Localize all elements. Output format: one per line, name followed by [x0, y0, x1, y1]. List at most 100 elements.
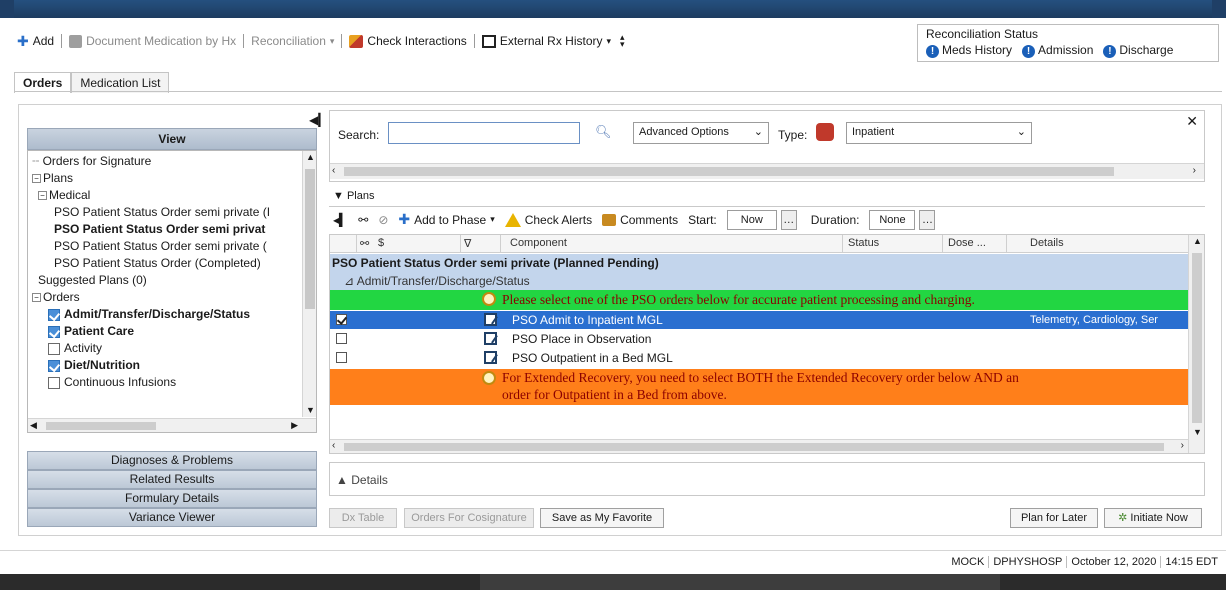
admission-status[interactable]: ! Admission	[1022, 43, 1093, 58]
start-label: Start:	[688, 212, 717, 227]
info-icon: !	[926, 45, 939, 58]
collapse-icon[interactable]: −	[38, 191, 47, 201]
checkbox-unchecked[interactable]	[48, 376, 60, 389]
expand-arrow-icon: ▲	[336, 473, 348, 487]
column-header-cost[interactable]: $	[378, 237, 384, 249]
tree-item-diet-nutrition[interactable]: Diet/Nutrition	[48, 357, 140, 373]
reconciliation-status-title: Reconciliation Status	[926, 27, 1039, 41]
tree-item-continuous-infusions[interactable]: Continuous Infusions	[48, 374, 176, 390]
details-section[interactable]: ▲ Details	[329, 462, 1205, 496]
initiate-now-button[interactable]: ✲ Initiate Now	[1104, 508, 1202, 528]
row-checkbox[interactable]	[336, 352, 347, 363]
link-column-icon[interactable]: ⚯	[360, 237, 369, 250]
save-as-favorite-button[interactable]: Save as My Favorite	[540, 508, 664, 528]
tab-medication-list[interactable]: Medication List	[71, 72, 170, 93]
close-icon[interactable]: ✕	[1186, 113, 1198, 130]
tree-item-plan-2[interactable]: PSO Patient Status Order semi privat	[54, 221, 265, 237]
tree-item-plan-completed[interactable]: PSO Patient Status Order (Completed)	[54, 255, 261, 271]
order-row-outpatient-bed[interactable]: PSO Outpatient in a Bed MGL	[330, 349, 1188, 367]
search-horizontal-scrollbar[interactable]: ‹ ›	[330, 163, 1204, 179]
tree-item-activity[interactable]: Activity	[48, 340, 102, 356]
search-input[interactable]	[388, 122, 580, 144]
reconciliation-menu[interactable]: Reconciliation ▾	[248, 34, 337, 48]
grid-header: ⚯ $ ∇ Component Status Dose ... Details	[330, 235, 1188, 253]
checkbox-checked[interactable]	[48, 359, 60, 372]
collapse-icon[interactable]: −	[32, 174, 41, 184]
tab-bar: Orders Medication List	[14, 72, 170, 93]
document-medication-button[interactable]: Document Medication by Hx	[66, 34, 239, 48]
note-icon	[482, 292, 496, 306]
tab-orders[interactable]: Orders	[14, 72, 72, 93]
tree-horizontal-scrollbar[interactable]: ◀ ▶	[28, 418, 316, 432]
comments-button[interactable]: Comments	[602, 213, 678, 227]
check-alerts-button[interactable]: Check Alerts	[504, 212, 592, 227]
column-header-component[interactable]: Component	[510, 237, 567, 249]
taskbar	[0, 574, 1226, 590]
diagnoses-problems-section[interactable]: Diagnoses & Problems	[27, 451, 317, 470]
tree-item-suggested-plans[interactable]: Suggested Plans (0)	[38, 272, 147, 288]
external-history-icon	[481, 34, 496, 48]
order-row-admit-inpatient[interactable]: PSO Admit to Inpatient MGL Telemetry, Ca…	[330, 311, 1188, 329]
plan-tools-icon[interactable]: ◂▍	[333, 213, 348, 227]
grid-vertical-scrollbar[interactable]: ▲ ▼	[1188, 235, 1204, 453]
duration-label: Duration:	[810, 212, 860, 227]
collapse-panel-icon[interactable]: ◀▎	[309, 113, 327, 127]
status-user: DPHYSHOSP	[988, 556, 1066, 568]
formulary-details-section[interactable]: Formulary Details	[27, 489, 317, 508]
meds-history-status[interactable]: ! Meds History	[926, 43, 1012, 58]
type-label: Type:	[778, 128, 808, 142]
main-toolbar: ✚ Add Document Medication by Hx Reconcili…	[14, 30, 625, 52]
filter-icon[interactable]: ⚯	[358, 213, 368, 227]
initiate-icon: ✲	[1118, 512, 1128, 524]
discharge-status[interactable]: ! Discharge	[1103, 43, 1173, 58]
add-button[interactable]: ✚ Add	[14, 33, 57, 50]
document-icon	[69, 34, 83, 48]
plans-title[interactable]: ▼ Plans	[333, 190, 374, 202]
plan-for-later-button[interactable]: Plan for Later	[1010, 508, 1098, 528]
add-to-phase-button[interactable]: ✚ Add to Phase ▾	[398, 211, 494, 228]
toolbar-overflow-icon[interactable]: ▴ ▾	[620, 33, 625, 49]
row-checkbox[interactable]	[336, 333, 347, 344]
tree-item-admit-transfer[interactable]: Admit/Transfer/Discharge/Status	[48, 306, 250, 322]
tree-vertical-scrollbar[interactable]: ▲ ▼	[302, 151, 316, 417]
filter-column-icon[interactable]: ∇	[464, 237, 471, 250]
caret-down-icon: ▾	[606, 35, 612, 46]
plans-section: ▼ Plans ◂▍ ⚯ ⊘ ✚ Add to Phase ▾ Check Aler…	[329, 188, 1205, 454]
duration-field[interactable]: None…	[869, 209, 936, 230]
search-icon[interactable]: 🔍︎	[595, 124, 612, 140]
checkbox-checked[interactable]	[48, 308, 60, 321]
category-row[interactable]: ⊿ Admit/Transfer/Discharge/Status	[330, 272, 1188, 290]
cancel-icon[interactable]: ⊘	[378, 213, 388, 227]
plan-grid: ⚯ $ ∇ Component Status Dose ... Details …	[329, 234, 1205, 454]
start-field[interactable]: Now…	[726, 209, 797, 230]
tree-item-orders[interactable]: − Orders	[32, 289, 80, 305]
column-header-details[interactable]: Details	[1030, 237, 1064, 249]
external-rx-history-menu[interactable]: External Rx History ▾	[479, 34, 614, 48]
related-results-section[interactable]: Related Results	[27, 470, 317, 489]
tree-item-medical[interactable]: − Medical	[38, 187, 90, 203]
order-row-place-observation[interactable]: PSO Place in Observation	[330, 330, 1188, 348]
view-header: View	[27, 128, 317, 150]
tree-item-plan-1[interactable]: PSO Patient Status Order semi private (I	[54, 204, 270, 220]
dx-table-button[interactable]: Dx Table	[329, 508, 397, 528]
row-checkbox[interactable]	[336, 314, 347, 325]
tree-item-orders-for-signature[interactable]: ╌ Orders for Signature	[32, 153, 151, 169]
plan-name-row[interactable]: PSO Patient Status Order semi private (P…	[330, 254, 1188, 272]
column-header-dose[interactable]: Dose ...	[948, 237, 986, 249]
grid-horizontal-scrollbar[interactable]: ‹ ›	[330, 439, 1188, 453]
check-interactions-button[interactable]: Check Interactions	[346, 34, 469, 48]
collapse-icon[interactable]: −	[32, 293, 41, 303]
window-title-bar	[0, 0, 1226, 18]
orders-for-cosignature-button[interactable]: Orders For Cosignature	[404, 508, 534, 528]
tree-item-plan-3[interactable]: PSO Patient Status Order semi private (	[54, 238, 267, 254]
tree-item-patient-care[interactable]: Patient Care	[48, 323, 134, 339]
tree-item-plans[interactable]: − Plans	[32, 170, 73, 186]
instruction-note-row: Please select one of the PSO orders belo…	[330, 290, 1188, 310]
checkbox-unchecked[interactable]	[48, 342, 60, 355]
interactions-icon	[349, 34, 364, 48]
variance-viewer-section[interactable]: Variance Viewer	[27, 508, 317, 527]
column-header-status[interactable]: Status	[848, 237, 879, 249]
type-dropdown[interactable]: Inpatient ⌄	[846, 122, 1032, 144]
advanced-options-dropdown[interactable]: Advanced Options ⌄	[633, 122, 769, 144]
checkbox-checked[interactable]	[48, 325, 60, 338]
